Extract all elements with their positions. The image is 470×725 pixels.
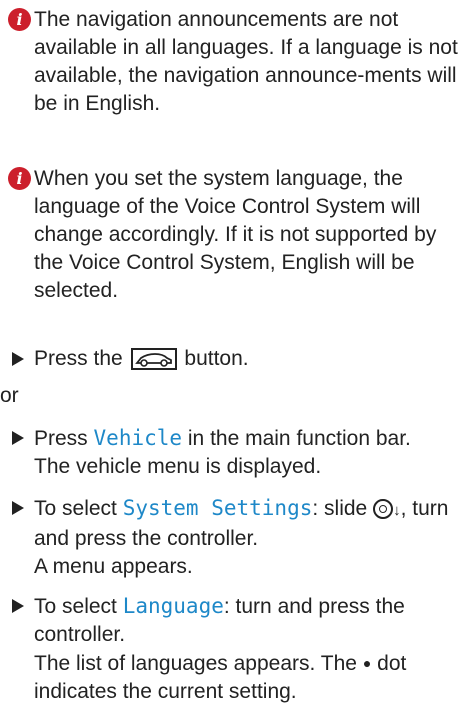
step-result: The list of languages appears. The ● dot… [34,649,462,706]
step-bullet-icon [12,501,24,515]
step-press-vehicle-menu: Press Vehicle in the main function bar. … [12,424,462,481]
step-bullet-icon [12,352,24,366]
menu-item-vehicle: Vehicle [93,426,183,450]
menu-item-language: Language [122,594,224,618]
controller-slide-down-icon [373,499,394,519]
arrow-down-icon: ↓ [393,502,401,519]
info-note-text: When you set the system language, the la… [34,167,437,302]
step-bullet-icon [12,431,24,445]
step-text: : slide [312,497,368,520]
or-separator: or [0,384,19,407]
step-press-vehicle-button: Press the button. [12,345,462,373]
step-bullet-icon [12,599,24,613]
step-result: The vehicle menu is displayed. [34,455,322,478]
step-select-language: To select Language: turn and press the c… [12,592,462,706]
info-icon: i [8,167,31,190]
step-text: To select [34,595,117,618]
info-note-system-language: i When you set the system language, the … [8,165,458,305]
info-icon: i [8,8,31,31]
result-text: The list of languages appears. The [34,652,357,675]
step-text: in the main function bar. [187,427,411,450]
menu-item-system-settings: System Settings [122,496,313,520]
step-select-system-settings: To select System Settings: slide ↓, turn… [12,494,462,581]
info-note-navigation: i The navigation announcements are not a… [8,6,458,118]
step-text: To select [34,497,117,520]
info-note-text: The navigation announcements are not ava… [34,8,458,115]
step-result: A menu appears. [34,555,193,578]
step-text: button. [184,347,249,370]
step-text: Press the [34,347,123,370]
manual-page: i The navigation announcements are not a… [0,0,470,725]
dot-icon: ● [362,655,372,671]
step-text: Press [34,427,88,450]
car-button-icon [130,348,177,370]
